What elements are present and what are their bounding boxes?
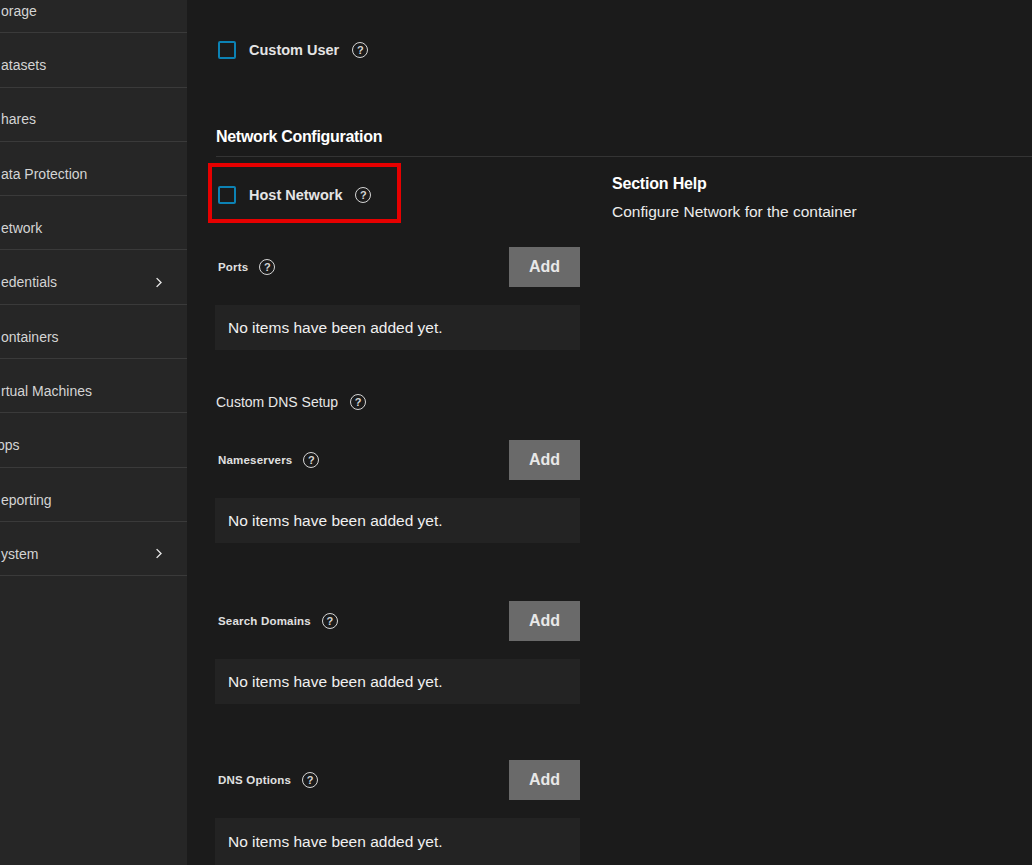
sidebar: orage atasets hares ata Protection etwor… [0,0,187,865]
host-network-checkbox[interactable] [218,186,236,204]
sidebar-item-label: ata Protection [1,166,87,182]
dns-options-header: DNS Options ? Add [215,760,580,800]
sidebar-item-datasets[interactable]: atasets [0,33,187,87]
ports-label: Ports [218,261,248,273]
sidebar-item-virtual-machines[interactable]: rtual Machines [0,359,187,413]
ports-header: Ports ? Add [215,247,580,287]
help-icon[interactable]: ? [322,613,338,629]
search-domains-label: Search Domains [218,615,311,627]
nameservers-header: Nameservers ? Add [215,440,580,480]
sidebar-item-label: orage [1,3,37,19]
sidebar-item-containers[interactable]: ontainers [0,305,187,359]
empty-text: No items have been added yet. [228,673,443,691]
host-network-label: Host Network [249,187,342,203]
dns-options-empty-message: No items have been added yet. [215,818,580,865]
search-domains-empty-message: No items have been added yet. [215,659,580,704]
help-icon[interactable]: ? [303,452,319,468]
help-icon[interactable]: ? [355,187,371,203]
sidebar-item-label: rtual Machines [1,383,92,399]
help-icon[interactable]: ? [302,772,318,788]
host-network-row: Host Network ? [218,186,371,204]
section-divider [216,156,1032,157]
sidebar-item-data-protection[interactable]: ata Protection [0,142,187,196]
dns-options-section: DNS Options ? Add No items have been add… [215,760,580,865]
sidebar-item-apps[interactable]: pps [0,413,187,467]
dns-options-label: DNS Options [218,774,291,786]
sidebar-item-label: hares [1,111,36,127]
sidebar-item-shares[interactable]: hares [0,88,187,142]
sidebar-item-label: ontainers [1,329,59,345]
chevron-right-icon [151,275,166,290]
search-domains-add-button[interactable]: Add [509,601,580,641]
sidebar-item-label: pps [0,437,20,453]
sidebar-item-label: eporting [1,492,52,508]
sidebar-item-reporting[interactable]: eporting [0,468,187,522]
help-icon[interactable]: ? [350,394,366,410]
sidebar-item-credentials[interactable]: edentials [0,250,187,304]
sidebar-item-label: ystem [1,546,38,562]
section-help-panel: Section Help Configure Network for the c… [612,175,857,221]
empty-text: No items have been added yet. [228,833,443,851]
sidebar-nav: orage atasets hares ata Protection etwor… [0,0,187,576]
dns-options-add-button[interactable]: Add [509,760,580,800]
help-icon[interactable]: ? [352,42,368,58]
help-icon[interactable]: ? [259,259,275,275]
custom-user-label: Custom User [249,42,339,58]
section-title: Network Configuration [216,128,382,146]
nameservers-add-button[interactable]: Add [509,440,580,480]
sidebar-item-label: etwork [1,220,42,236]
search-domains-header: Search Domains ? Add [215,601,580,641]
sidebar-item-network[interactable]: etwork [0,196,187,250]
ports-section: Ports ? Add No items have been added yet… [215,247,580,350]
ports-empty-message: No items have been added yet. [215,305,580,350]
search-domains-section: Search Domains ? Add No items have been … [215,601,580,704]
custom-user-checkbox[interactable] [218,41,236,59]
empty-text: No items have been added yet. [228,319,443,337]
sidebar-item-storage[interactable]: orage [0,0,187,33]
section-help-body: Configure Network for the container [612,203,857,221]
empty-text: No items have been added yet. [228,512,443,530]
sidebar-item-label: edentials [1,274,57,290]
custom-dns-setup-row: Custom DNS Setup ? [216,394,366,410]
nameservers-empty-message: No items have been added yet. [215,498,580,543]
main-content: Custom User ? Network Configuration Host… [187,0,1032,865]
ports-add-button[interactable]: Add [509,247,580,287]
nameservers-label: Nameservers [218,454,292,466]
custom-dns-setup-label: Custom DNS Setup [216,394,338,410]
sidebar-item-label: atasets [1,57,46,73]
section-help-title: Section Help [612,175,857,193]
chevron-right-icon [151,546,166,561]
nameservers-section: Nameservers ? Add No items have been add… [215,440,580,543]
custom-user-row: Custom User ? [218,41,368,59]
sidebar-item-system[interactable]: ystem [0,522,187,576]
